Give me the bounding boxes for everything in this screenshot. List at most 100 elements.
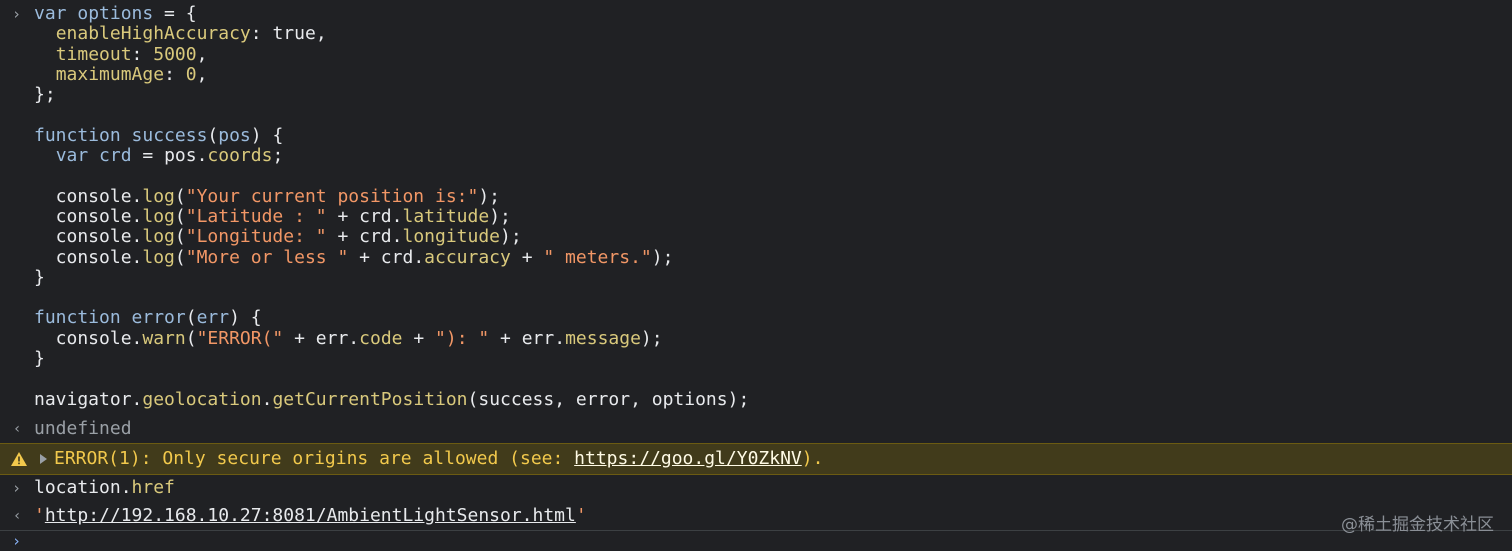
href-property: href — [131, 477, 175, 498]
href-input-row: › location.href — [0, 475, 1512, 501]
code-token: ); — [489, 205, 511, 227]
code-token: geolocation — [142, 388, 262, 410]
code-token: console. — [34, 226, 143, 248]
code-token: ( — [174, 185, 186, 207]
code-token: accuracy — [424, 246, 511, 268]
code-token: log — [142, 246, 175, 268]
result-arrow-icon: ‹ — [13, 508, 22, 524]
code-token: ( — [174, 205, 186, 227]
result-undefined-text: undefined — [34, 418, 132, 439]
code-block[interactable]: var options = { enableHighAccuracy: true… — [34, 3, 749, 410]
href-expression: location.href — [34, 475, 175, 501]
code-token: pos — [218, 124, 251, 146]
code-line: maximumAge: 0, — [34, 63, 749, 85]
code-token: : — [164, 63, 186, 85]
console-input-entry: › var options = { enableHighAccuracy: tr… — [0, 0, 1512, 410]
code-token: console. — [34, 185, 143, 207]
code-token: 5000 — [153, 43, 197, 65]
code-token: ( — [174, 246, 186, 268]
code-token: code — [359, 327, 403, 349]
code-token: log — [142, 205, 175, 227]
result-arrow-icon: ‹ — [13, 421, 22, 437]
code-token: enableHighAccuracy — [55, 23, 251, 45]
code-token: "Your current position is:" — [185, 185, 479, 207]
result-undefined-row: ‹ undefined — [0, 416, 1512, 442]
code-token: console. — [34, 327, 143, 349]
code-token: message — [565, 327, 641, 349]
warning-triangle-icon — [11, 452, 27, 466]
code-line: enableHighAccuracy: true, — [34, 24, 749, 44]
code-token: navigator. — [34, 388, 143, 410]
href-result-link[interactable]: http://192.168.10.27:8081/AmbientLightSe… — [45, 505, 576, 526]
input-prompt-icon: › — [12, 532, 22, 550]
code-token: longitude — [402, 226, 501, 248]
code-token: + — [402, 327, 436, 349]
code-line: timeout: 5000, — [34, 43, 749, 65]
code-token: "Latitude : " — [185, 205, 327, 227]
code-token: = pos. — [131, 145, 208, 167]
input-prompt-icon: › — [12, 479, 22, 497]
quote-close: ' — [575, 505, 587, 526]
code-line: function success(pos) { — [34, 124, 749, 146]
code-token: + err. — [283, 327, 360, 349]
code-token: + — [510, 246, 544, 268]
code-line: var options = { — [34, 3, 749, 24]
code-token: + err. — [489, 327, 566, 349]
code-token: "Longitude: " — [185, 226, 327, 248]
code-token: + crd. — [326, 205, 403, 227]
href-result-row: ‹ 'http://192.168.10.27:8081/AmbientLigh… — [0, 503, 1512, 529]
warning-text: ERROR(1): Only secure origins are allowe… — [54, 444, 823, 474]
devtools-console: › var options = { enableHighAccuracy: tr… — [0, 0, 1512, 551]
code-line: navigator.geolocation.getCurrentPosition… — [34, 388, 749, 410]
code-token: : — [250, 23, 273, 45]
code-token: ); — [651, 246, 674, 268]
code-line: console.log("Longitude: " + crd.longitud… — [34, 227, 749, 247]
code-token: console. — [34, 246, 143, 268]
code-token: options — [77, 3, 154, 24]
code-token: + crd. — [326, 226, 403, 248]
code-token: log — [142, 185, 175, 207]
code-token: . — [261, 388, 273, 410]
code-line: console.log("More or less " + crd.accura… — [34, 246, 749, 268]
code-line: } — [34, 348, 749, 369]
code-token: function — [34, 124, 132, 146]
watermark-text: @稀土掘金技术社区 — [1341, 515, 1494, 535]
code-token: error — [131, 307, 186, 329]
warning-suffix: ). — [801, 448, 824, 469]
code-token: ) { — [229, 307, 262, 329]
code-line: console.log("Latitude : " + crd.latitude… — [34, 205, 749, 227]
expand-caret-icon[interactable] — [40, 454, 47, 464]
code-token: + crd. — [348, 246, 425, 268]
code-token: 0 — [185, 63, 197, 85]
code-token: true — [272, 23, 316, 45]
code-token: ( — [185, 307, 197, 329]
code-token: ( — [207, 124, 219, 146]
warning-message-row[interactable]: ERROR(1): Only secure origins are allowe… — [0, 443, 1512, 475]
code-line: function error(err) { — [34, 308, 749, 328]
console-prompt-input[interactable]: › — [0, 530, 1512, 551]
code-token: var — [34, 3, 78, 24]
code-token: } — [34, 266, 45, 288]
warning-link[interactable]: https://goo.gl/Y0ZkNV — [574, 448, 802, 469]
quote-open: ' — [34, 505, 45, 526]
code-token: ); — [640, 327, 663, 349]
code-token: ; — [272, 145, 284, 167]
code-token: success — [131, 124, 208, 146]
code-token: maximumAge — [55, 63, 165, 85]
code-token: : — [131, 43, 154, 65]
href-object: location. — [34, 477, 132, 498]
code-line: console.warn("ERROR(" + err.code + "): "… — [34, 327, 749, 349]
code-line: var crd = pos.coords; — [34, 145, 749, 167]
code-token: = { — [153, 3, 197, 24]
code-token: log — [142, 226, 175, 248]
code-token: var — [55, 145, 100, 167]
code-token: " meters." — [543, 246, 652, 268]
warning-prefix: ERROR(1): Only secure origins are allowe… — [54, 448, 575, 469]
